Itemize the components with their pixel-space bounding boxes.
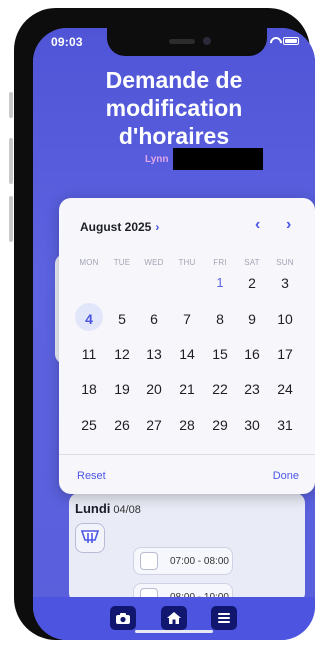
day-heading: Lundi 04/08 (75, 501, 141, 516)
page-title: Demande de modification d'horaires (33, 66, 315, 150)
notch (107, 28, 267, 56)
user-row: Lynn (145, 148, 263, 170)
home-icon (167, 612, 181, 624)
calendar-day[interactable]: 29 (204, 412, 236, 438)
calendar-day[interactable]: 15 (204, 341, 236, 367)
calendar-day[interactable]: 14 (171, 341, 203, 367)
volume-up-button (9, 138, 13, 184)
calendar-day[interactable]: 23 (236, 376, 268, 402)
day-name: Lundi (75, 501, 111, 516)
calendar-day[interactable]: 6 (138, 306, 170, 332)
calendar-day[interactable]: 30 (236, 412, 268, 438)
calendar-day[interactable]: 2 (236, 270, 268, 296)
calendar-day[interactable]: 18 (73, 376, 105, 402)
calendar-day[interactable]: 22 (204, 376, 236, 402)
day-date: 04/08 (113, 504, 141, 516)
menu-icon (218, 613, 230, 623)
calendar-day[interactable]: 9 (236, 306, 268, 332)
fork-knife-icon (80, 530, 100, 543)
calendar-day[interactable]: 16 (236, 341, 268, 367)
slot-time: 07:00 - 08:00 (170, 555, 229, 567)
title-line: Demande de (105, 67, 243, 93)
calendar-day[interactable]: 31 (269, 412, 301, 438)
slot-checkbox[interactable] (140, 552, 158, 570)
calendar-day[interactable]: 10 (269, 306, 301, 332)
wifi-icon (269, 37, 279, 45)
camera-icon (116, 612, 130, 624)
user-name: Lynn (145, 153, 169, 165)
status-time: 09:03 (51, 35, 83, 49)
calendar-day[interactable]: 20 (138, 376, 170, 402)
calendar-day[interactable]: 24 (269, 376, 301, 402)
calendar-day[interactable]: 7 (171, 306, 203, 332)
calendar-day[interactable]: 5 (106, 306, 138, 332)
redacted-name (172, 148, 263, 170)
calendar-day-selected[interactable]: 4 (73, 303, 105, 332)
battery-icon (283, 37, 299, 45)
calendar-day[interactable]: 11 (73, 341, 105, 367)
phone-frame: 09:03 Demande de modification d'horaires… (14, 8, 315, 640)
calendar-day[interactable]: 17 (269, 341, 301, 367)
calendar-day[interactable]: 1 (204, 270, 236, 296)
meal-icon[interactable] (75, 523, 105, 553)
time-slot[interactable]: 07:00 - 08:00 (133, 547, 233, 575)
calendar-day[interactable]: 26 (106, 412, 138, 438)
title-line: d'horaires (118, 123, 230, 149)
calendar-day[interactable]: 21 (171, 376, 203, 402)
calendar-day[interactable]: 19 (106, 376, 138, 402)
date-picker: August 2025 › ‹ › MON TUE WED THU FRI SAT SUN … (59, 198, 315, 494)
speaker-grille (169, 39, 195, 44)
home-indicator (135, 630, 213, 633)
tab-camera[interactable] (110, 606, 136, 630)
volume-down-button (9, 196, 13, 242)
calendar-day[interactable]: 28 (171, 412, 203, 438)
calendar-day[interactable]: 12 (106, 341, 138, 367)
bottom-tab-bar (33, 597, 315, 640)
calendar-day[interactable]: 27 (138, 412, 170, 438)
calendar-day[interactable]: 3 (269, 270, 301, 296)
calendar-day[interactable]: 8 (204, 306, 236, 332)
tab-home[interactable] (161, 606, 187, 630)
calendar-day[interactable]: 13 (138, 341, 170, 367)
day-card: Lundi04/08 07:00 - 08:00 08:00 - 10:00 (69, 493, 305, 611)
calendar-day[interactable]: 25 (73, 412, 105, 438)
title-line: modification (105, 95, 243, 121)
tab-menu[interactable] (211, 606, 237, 630)
side-button (9, 92, 13, 118)
app-screen: 09:03 Demande de modification d'horaires… (33, 28, 315, 640)
front-camera-icon (203, 37, 211, 45)
